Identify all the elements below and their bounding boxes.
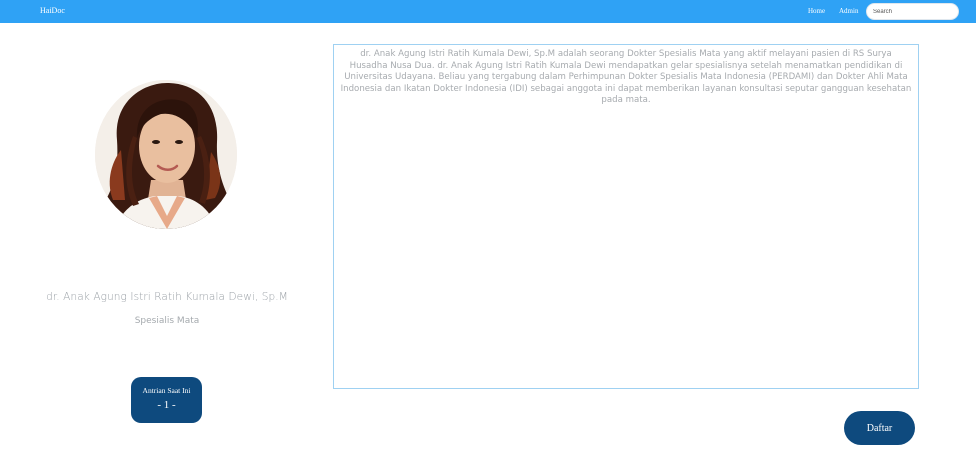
nav-link-admin[interactable]: Admin (839, 7, 858, 15)
search-input[interactable] (866, 3, 959, 20)
doctor-bio-textarea[interactable]: dr. Anak Agung Istri Ratih Kumala Dewi, … (333, 44, 919, 389)
navbar: HaiDoc Home Admin (0, 0, 976, 23)
current-queue-label: Antrian Saat Ini (142, 386, 191, 395)
doctor-specialty: Spesialis Mata (134, 316, 200, 326)
register-button[interactable]: Daftar (844, 411, 915, 445)
current-queue-card: Antrian Saat Ini - 1 - (131, 377, 202, 423)
current-queue-number: - 1 - (157, 399, 176, 411)
brand-logo[interactable]: HaiDoc (40, 6, 65, 15)
nav-link-home[interactable]: Home (808, 7, 825, 15)
doctor-photo (95, 80, 237, 229)
doctor-name: dr. Anak Agung Istri Ratih Kumala Dewi, … (46, 291, 288, 303)
